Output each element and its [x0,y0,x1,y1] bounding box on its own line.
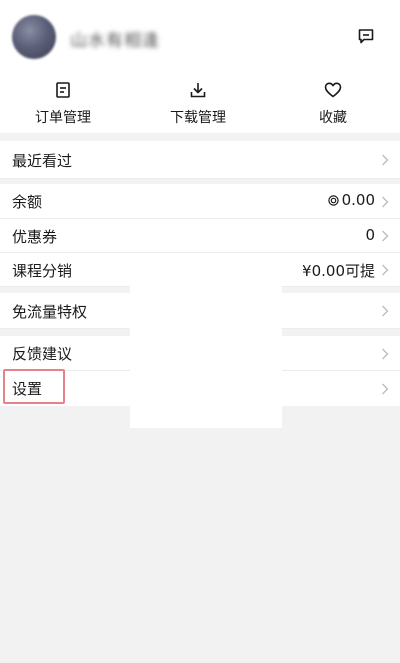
balance-value: 0.00 [327,191,375,209]
menu-item-label: 课程分销 [12,262,73,280]
menu-item-label: 优惠券 [12,228,58,246]
favorites-button[interactable]: 收藏 [278,70,388,133]
username[interactable]: 山水有相逢 [70,26,160,51]
chevron-right-icon [382,264,389,276]
download-management-button[interactable]: 下载管理 [143,70,253,133]
menu-item-label: 余额 [12,193,43,211]
order-icon [56,82,70,98]
chevron-right-icon [382,230,389,242]
chevron-right-icon [382,348,389,360]
menu-item-recent[interactable]: 最近看过 [0,141,400,179]
distribution-value: ¥0.00可提 [302,262,375,280]
menu-item-label: 免流量特权 [12,303,88,321]
chevron-right-icon [382,383,389,395]
chevron-right-icon [382,154,389,166]
settings-highlight-box [3,369,65,404]
favorites-label: 收藏 [319,110,347,126]
shortcut-bar: 订单管理 下载管理 收藏 [0,70,400,133]
blank-overlay [130,278,282,428]
menu-item-label: 反馈建议 [12,345,73,363]
chevron-right-icon [382,196,389,208]
chevron-right-icon [382,305,389,317]
avatar[interactable] [12,15,56,59]
order-management-label: 订单管理 [35,110,91,126]
heart-icon [324,82,342,98]
menu-item-label: 最近看过 [12,152,73,170]
message-icon[interactable] [357,27,375,45]
menu-item-balance[interactable]: 余额 0.00 [0,184,400,219]
download-icon [190,83,206,98]
profile-header: 山水有相逢 [0,0,400,70]
download-management-label: 下载管理 [170,110,226,126]
coupon-count: 0 [365,226,375,244]
menu-item-coupon[interactable]: 优惠券 0 [0,219,400,253]
balance-amount: 0.00 [341,191,375,209]
order-management-button[interactable]: 订单管理 [8,70,118,133]
coin-icon [327,195,339,206]
